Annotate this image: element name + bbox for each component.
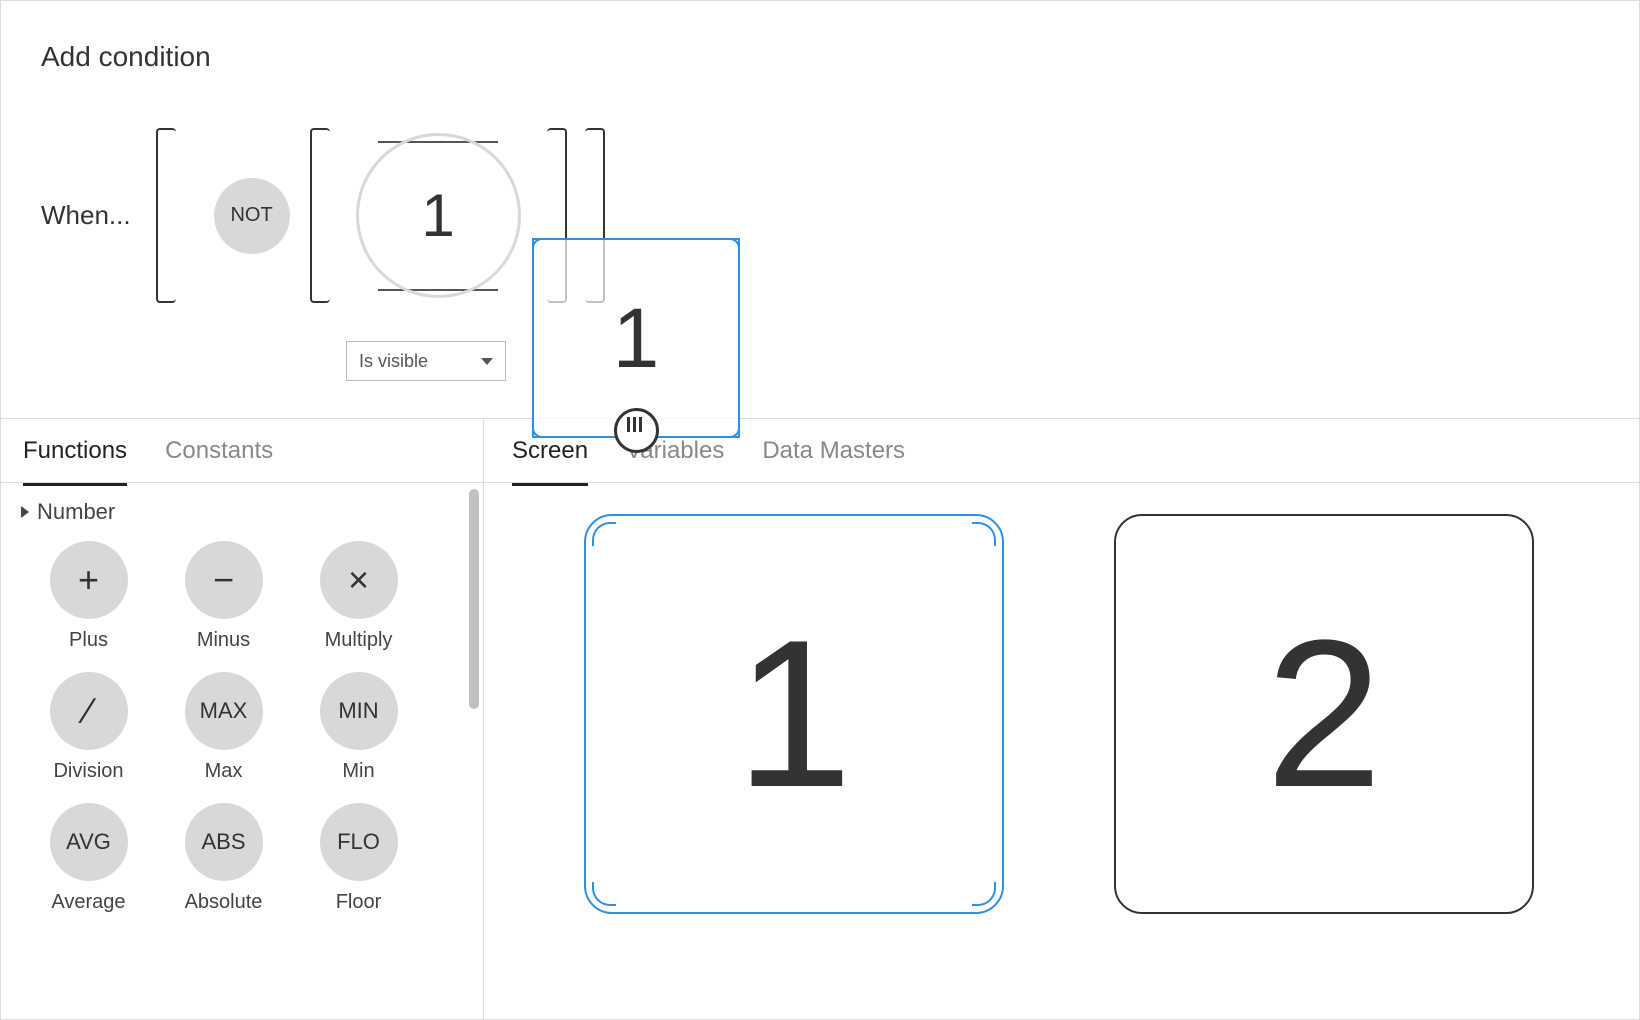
not-operator[interactable]: NOT [214, 178, 290, 254]
condition-builder-top: Add condition When... NOT 1 Is visible 1 [1, 1, 1639, 419]
drag-ghost-value: 1 [613, 290, 660, 387]
dialog-title: Add condition [41, 41, 1599, 73]
avg-icon: AVG [50, 803, 128, 881]
screen-item-1[interactable]: 1 [584, 514, 1004, 914]
tab-data-masters[interactable]: Data Masters [762, 437, 905, 483]
fn-minus[interactable]: − Minus [156, 541, 291, 652]
fn-label: Average [51, 891, 125, 914]
fn-label: Max [205, 760, 243, 783]
functions-panel: Functions Constants Number + Plus − Minu… [1, 419, 484, 1020]
screen-panel: Screen Variables Data Masters 1 2 [484, 419, 1639, 1020]
visibility-select[interactable]: Is visible [346, 341, 506, 381]
fn-max[interactable]: MAX Max [156, 672, 291, 783]
functions-grid: + Plus − Minus × Multiply ∕ Division MAX [1, 541, 483, 914]
screen-item-value: 1 [736, 593, 853, 835]
bracket-outer-left [156, 128, 176, 303]
fn-division[interactable]: ∕ Division [21, 672, 156, 783]
plus-icon: + [50, 541, 128, 619]
max-icon: MAX [185, 672, 263, 750]
fn-absolute[interactable]: ABS Absolute [156, 803, 291, 914]
fn-average[interactable]: AVG Average [21, 803, 156, 914]
chevron-down-icon [481, 358, 493, 365]
section-number-label: Number [37, 499, 115, 525]
fn-plus[interactable]: + Plus [21, 541, 156, 652]
screen-item-2[interactable]: 2 [1114, 514, 1534, 914]
abs-icon: ABS [185, 803, 263, 881]
tab-functions[interactable]: Functions [23, 437, 127, 486]
fn-label: Absolute [185, 891, 263, 914]
screen-items: 1 2 [584, 514, 1640, 914]
fn-label: Plus [69, 629, 108, 652]
fn-floor[interactable]: FLO Floor [291, 803, 426, 914]
visibility-select-value: Is visible [359, 351, 428, 372]
expression-slot[interactable]: 1 [356, 133, 521, 298]
fn-label: Floor [336, 891, 382, 914]
minus-icon: − [185, 541, 263, 619]
min-icon: MIN [320, 672, 398, 750]
expression-row: When... NOT 1 [41, 128, 1599, 303]
fn-label: Minus [197, 629, 250, 652]
fn-multiply[interactable]: × Multiply [291, 541, 426, 652]
division-icon: ∕ [50, 672, 128, 750]
screen-item-value: 2 [1266, 593, 1383, 835]
fn-min[interactable]: MIN Min [291, 672, 426, 783]
section-number-header[interactable]: Number [1, 483, 483, 541]
tab-constants[interactable]: Constants [165, 437, 273, 483]
bracket-inner-left [310, 128, 330, 303]
grab-cursor-icon [614, 408, 659, 453]
slot-ring [356, 133, 521, 298]
left-tabs: Functions Constants [1, 419, 483, 483]
fn-label: Division [53, 760, 123, 783]
tab-screen[interactable]: Screen [512, 437, 588, 486]
when-label: When... [41, 200, 131, 231]
multiply-icon: × [320, 541, 398, 619]
fn-label: Min [342, 760, 374, 783]
chevron-right-icon [21, 506, 29, 518]
flo-icon: FLO [320, 803, 398, 881]
functions-scrollbar[interactable] [469, 489, 479, 709]
fn-label: Multiply [325, 629, 393, 652]
